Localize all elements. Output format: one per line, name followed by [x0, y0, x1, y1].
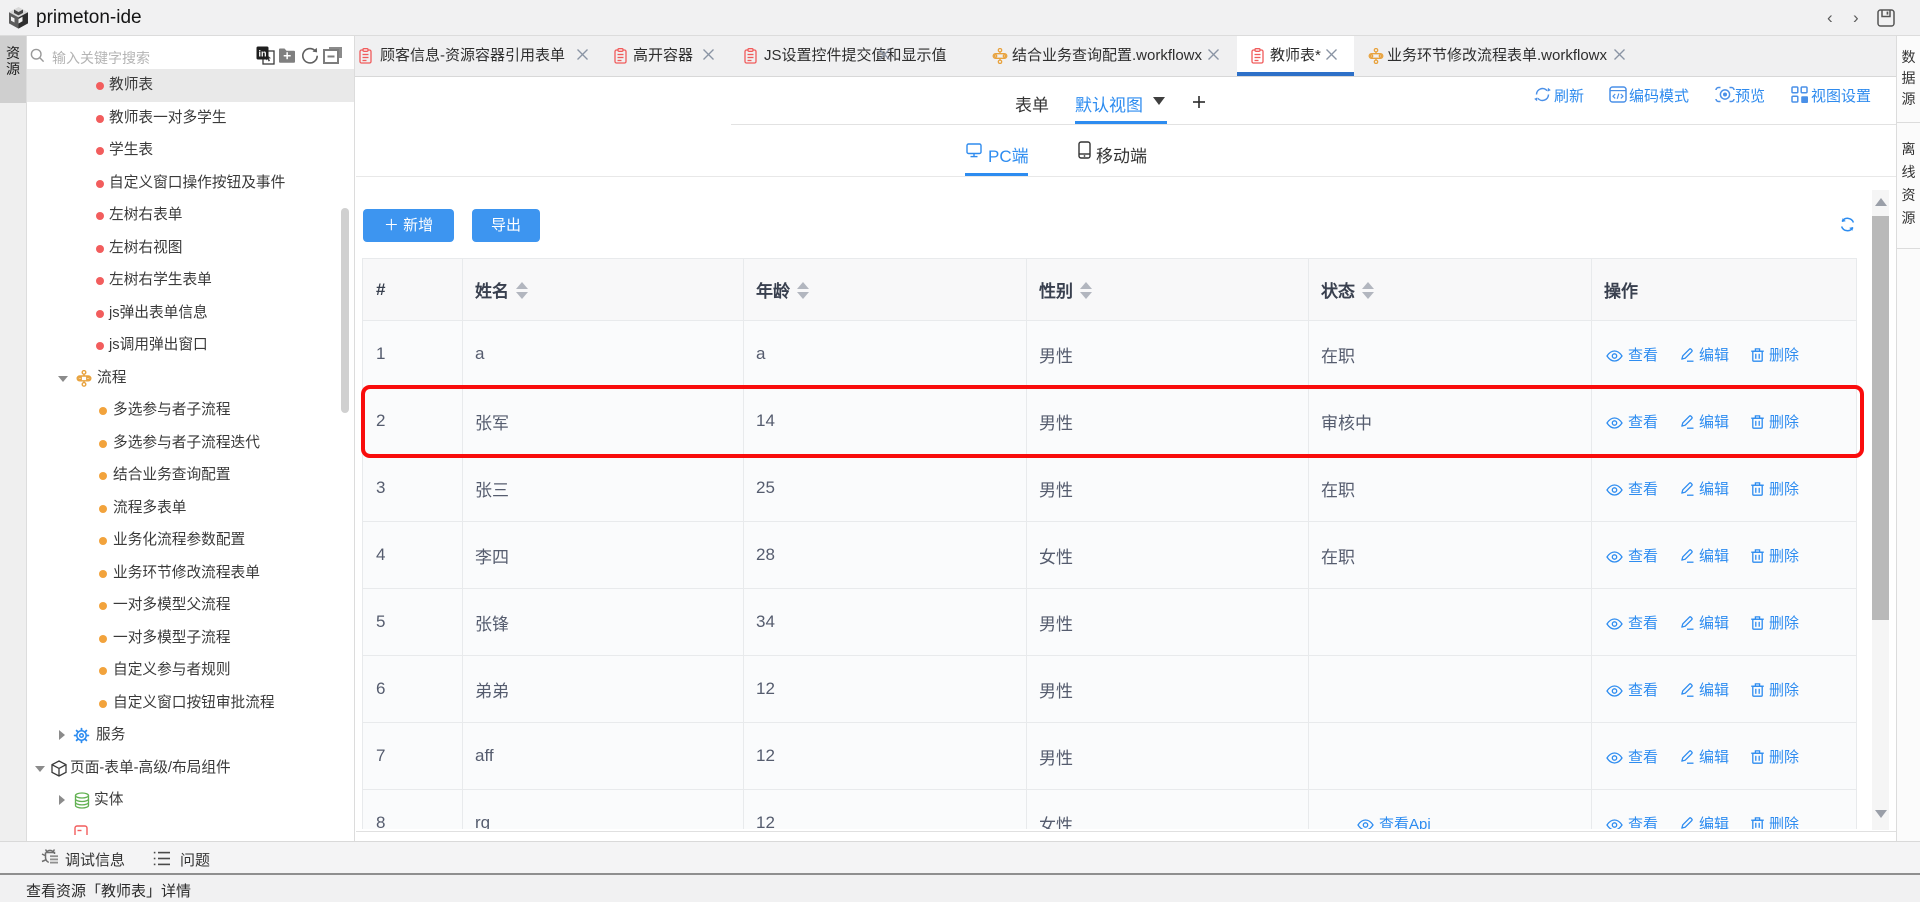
svg-text:in: in: [259, 49, 267, 59]
